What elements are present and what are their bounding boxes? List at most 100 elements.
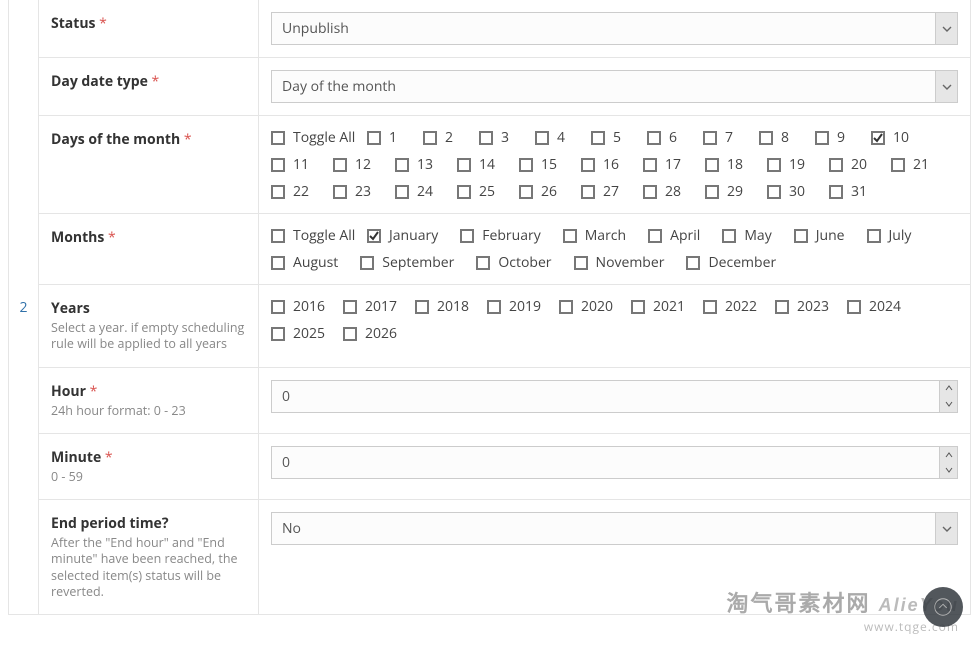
year-2023-checkbox[interactable]: 2023 — [775, 297, 847, 316]
month-april-checkbox[interactable]: April — [648, 226, 700, 245]
checkbox-label: 2025 — [293, 324, 325, 343]
day-date-type-select[interactable]: Day of the month — [271, 70, 958, 103]
month-january-checkbox[interactable]: January — [367, 226, 438, 245]
month-march-checkbox[interactable]: March — [563, 226, 626, 245]
month-august-checkbox[interactable]: August — [271, 253, 338, 272]
day-2-checkbox[interactable]: 2 — [423, 128, 479, 147]
day-13-checkbox[interactable]: 13 — [395, 155, 457, 174]
checkbox-label: 2016 — [293, 297, 325, 316]
hour-label: Hour — [51, 382, 86, 401]
spinner-down-icon[interactable] — [940, 396, 957, 412]
day-16-checkbox[interactable]: 16 — [581, 155, 643, 174]
days-toggle-all-checkbox[interactable]: Toggle All — [271, 128, 367, 147]
day-20-checkbox[interactable]: 20 — [829, 155, 891, 174]
day-6-checkbox[interactable]: 6 — [647, 128, 703, 147]
checkbox-icon — [591, 131, 605, 145]
scroll-top-button[interactable] — [923, 587, 963, 627]
day-31-checkbox[interactable]: 31 — [829, 182, 891, 201]
day-date-type-select-value: Day of the month — [282, 77, 396, 96]
day-7-checkbox[interactable]: 7 — [703, 128, 759, 147]
year-2025-checkbox[interactable]: 2025 — [271, 324, 343, 343]
day-27-checkbox[interactable]: 27 — [581, 182, 643, 201]
chevron-down-icon — [935, 513, 957, 544]
months-toggle-all-checkbox[interactable]: Toggle All — [271, 226, 367, 245]
status-label: Status — [51, 14, 95, 33]
day-9-checkbox[interactable]: 9 — [815, 128, 871, 147]
checkbox-icon — [457, 185, 471, 199]
spinner-up-icon[interactable] — [940, 447, 957, 463]
row-fields: Status * Unpublish Day date type * — [39, 0, 970, 614]
checkbox-label: 8 — [781, 128, 789, 147]
status-select[interactable]: Unpublish — [271, 12, 958, 45]
month-february-checkbox[interactable]: February — [460, 226, 540, 245]
year-2020-checkbox[interactable]: 2020 — [559, 297, 631, 316]
checkbox-icon — [722, 229, 736, 243]
checkbox-icon — [333, 185, 347, 199]
end-period-select[interactable]: No — [271, 512, 958, 545]
checkbox-label: 25 — [479, 182, 495, 201]
day-8-checkbox[interactable]: 8 — [759, 128, 815, 147]
checkbox-icon — [705, 158, 719, 172]
day-15-checkbox[interactable]: 15 — [519, 155, 581, 174]
day-12-checkbox[interactable]: 12 — [333, 155, 395, 174]
day-5-checkbox[interactable]: 5 — [591, 128, 647, 147]
day-4-checkbox[interactable]: 4 — [535, 128, 591, 147]
year-2016-checkbox[interactable]: 2016 — [271, 297, 343, 316]
checkbox-icon — [535, 131, 549, 145]
day-19-checkbox[interactable]: 19 — [767, 155, 829, 174]
value-cell: Unpublish — [259, 0, 970, 57]
month-december-checkbox[interactable]: December — [686, 253, 776, 272]
spinner-up-icon[interactable] — [940, 381, 957, 397]
checkbox-icon — [457, 158, 471, 172]
month-september-checkbox[interactable]: September — [360, 253, 454, 272]
day-24-checkbox[interactable]: 24 — [395, 182, 457, 201]
checkbox-icon — [581, 185, 595, 199]
day-26-checkbox[interactable]: 26 — [519, 182, 581, 201]
day-10-checkbox[interactable]: 10 — [871, 128, 933, 147]
day-22-checkbox[interactable]: 22 — [271, 182, 333, 201]
year-2021-checkbox[interactable]: 2021 — [631, 297, 703, 316]
year-2026-checkbox[interactable]: 2026 — [343, 324, 415, 343]
month-may-checkbox[interactable]: May — [722, 226, 771, 245]
day-17-checkbox[interactable]: 17 — [643, 155, 705, 174]
checkbox-label: 9 — [837, 128, 845, 147]
day-18-checkbox[interactable]: 18 — [705, 155, 767, 174]
checkbox-label: 30 — [789, 182, 805, 201]
day-30-checkbox[interactable]: 30 — [767, 182, 829, 201]
number-spinner[interactable] — [939, 381, 957, 412]
year-2018-checkbox[interactable]: 2018 — [415, 297, 487, 316]
month-october-checkbox[interactable]: October — [476, 253, 551, 272]
year-2024-checkbox[interactable]: 2024 — [847, 297, 919, 316]
field-end-period: End period time? After the "End hour" an… — [39, 499, 970, 614]
required-mark: * — [152, 72, 160, 91]
month-november-checkbox[interactable]: November — [574, 253, 665, 272]
day-1-checkbox[interactable]: 1 — [367, 128, 423, 147]
hour-input[interactable]: 0 — [271, 380, 958, 413]
month-june-checkbox[interactable]: June — [794, 226, 845, 245]
day-14-checkbox[interactable]: 14 — [457, 155, 519, 174]
checkbox-label: Toggle All — [293, 226, 355, 245]
day-29-checkbox[interactable]: 29 — [705, 182, 767, 201]
year-2017-checkbox[interactable]: 2017 — [343, 297, 415, 316]
year-2022-checkbox[interactable]: 2022 — [703, 297, 775, 316]
day-21-checkbox[interactable]: 21 — [891, 155, 953, 174]
checkbox-label: 24 — [417, 182, 433, 201]
day-3-checkbox[interactable]: 3 — [479, 128, 535, 147]
day-28-checkbox[interactable]: 28 — [643, 182, 705, 201]
checkbox-icon — [631, 300, 645, 314]
number-spinner[interactable] — [939, 447, 957, 478]
spinner-down-icon[interactable] — [940, 462, 957, 478]
day-25-checkbox[interactable]: 25 — [457, 182, 519, 201]
label-cell: Hour * 24h hour format: 0 - 23 — [39, 368, 259, 433]
checkbox-label: 11 — [293, 155, 309, 174]
checkbox-label: 2023 — [797, 297, 829, 316]
value-cell: 0 — [259, 368, 970, 433]
checkbox-label: 19 — [789, 155, 805, 174]
day-23-checkbox[interactable]: 23 — [333, 182, 395, 201]
day-11-checkbox[interactable]: 11 — [271, 155, 333, 174]
month-july-checkbox[interactable]: July — [867, 226, 912, 245]
year-2019-checkbox[interactable]: 2019 — [487, 297, 559, 316]
days-of-month-label: Days of the month — [51, 130, 180, 149]
minute-input[interactable]: 0 — [271, 446, 958, 479]
label-cell: Day date type * — [39, 58, 259, 115]
